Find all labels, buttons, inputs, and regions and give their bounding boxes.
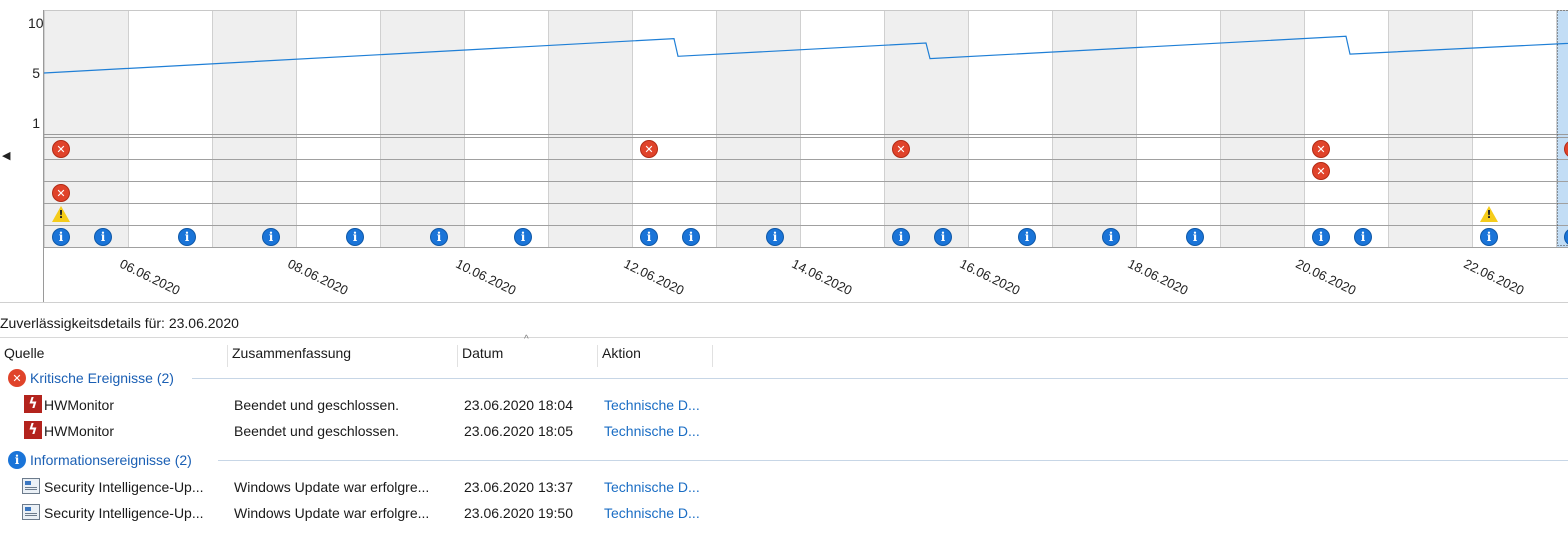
- date-cell: 23.06.2020 19:50: [464, 505, 573, 521]
- hwmonitor-app-icon: ϟ: [24, 395, 42, 413]
- table-row[interactable]: Security Intelligence-Up... Windows Upda…: [0, 501, 720, 525]
- date-cell: 23.06.2020 18:04: [464, 397, 573, 413]
- info-event-icon[interactable]: i: [1102, 228, 1120, 246]
- day-column: [632, 10, 716, 247]
- reliability-details-panel: Zuverlässigkeitsdetails für: 23.06.2020 …: [0, 303, 1568, 543]
- scroll-left-arrow-icon[interactable]: ◀: [2, 149, 10, 162]
- day-column: [1304, 10, 1388, 247]
- critical-event-icon[interactable]: ✕: [52, 140, 70, 158]
- update-app-icon: [22, 504, 40, 520]
- info-event-icon[interactable]: i: [94, 228, 112, 246]
- chart-canvas: [0, 10, 1568, 303]
- y-tick-label: 5: [32, 65, 40, 81]
- group-label: Kritische Ereignisse (2): [30, 370, 174, 386]
- summary-cell: Windows Update war erfolgre...: [234, 479, 430, 495]
- group-label: Informationsereignisse (2): [30, 452, 192, 468]
- technical-details-link[interactable]: Technische D...: [604, 479, 700, 495]
- info-event-icon[interactable]: i: [1186, 228, 1204, 246]
- group-information-events[interactable]: i Informationsereignisse (2): [8, 449, 192, 471]
- column-header-summary[interactable]: Zusammenfassung: [228, 345, 458, 367]
- table-row[interactable]: ϟ HWMonitor Beendet und geschlossen. 23.…: [0, 393, 720, 417]
- technical-details-link[interactable]: Technische D...: [604, 397, 700, 413]
- group-divider: [218, 460, 1568, 461]
- reliability-chart[interactable]: 10 5 1 ◀ ✕✕✕✕✕✕✕!!iiiiiiiiiiiiiiiiiii 06…: [0, 0, 1568, 303]
- critical-event-icon[interactable]: ✕: [640, 140, 658, 158]
- sort-ascending-icon: ^: [524, 334, 529, 345]
- technical-details-link[interactable]: Technische D...: [604, 505, 700, 521]
- critical-icon: ✕: [8, 369, 26, 387]
- day-column: [968, 10, 1052, 247]
- summary-cell: Beendet und geschlossen.: [234, 397, 400, 413]
- day-column: [1052, 10, 1136, 247]
- info-event-icon[interactable]: i: [640, 228, 658, 246]
- day-column: [464, 10, 548, 247]
- warning-mark: !: [1486, 208, 1492, 221]
- critical-event-icon[interactable]: ✕: [1312, 140, 1330, 158]
- day-column: [128, 10, 212, 247]
- date-cell: 23.06.2020 18:05: [464, 423, 573, 439]
- info-event-icon[interactable]: i: [514, 228, 532, 246]
- warning-mark: !: [58, 208, 64, 221]
- group-divider: [192, 378, 1568, 379]
- info-icon: i: [8, 451, 26, 469]
- table-row[interactable]: Security Intelligence-Up... Windows Upda…: [0, 475, 720, 499]
- day-column: [1220, 10, 1304, 247]
- info-event-icon[interactable]: i: [682, 228, 700, 246]
- column-header-action[interactable]: Aktion: [598, 345, 713, 367]
- critical-event-icon[interactable]: ✕: [892, 140, 910, 158]
- y-tick-label: 1: [32, 115, 40, 131]
- info-event-icon[interactable]: i: [262, 228, 280, 246]
- source-cell: HWMonitor: [44, 423, 115, 439]
- source-cell: Security Intelligence-Up...: [44, 479, 204, 495]
- date-cell: 23.06.2020 13:37: [464, 479, 573, 495]
- critical-event-icon[interactable]: ✕: [52, 184, 70, 202]
- details-heading: Zuverlässigkeitsdetails für: 23.06.2020: [0, 315, 239, 331]
- info-event-icon[interactable]: i: [1480, 228, 1498, 246]
- info-event-icon[interactable]: i: [766, 228, 784, 246]
- info-event-icon[interactable]: i: [1312, 228, 1330, 246]
- day-column: [296, 10, 380, 247]
- source-cell: HWMonitor: [44, 397, 115, 413]
- day-column: [1388, 10, 1472, 247]
- info-event-icon[interactable]: i: [52, 228, 70, 246]
- info-event-icon[interactable]: i: [1018, 228, 1036, 246]
- table-row[interactable]: ϟ HWMonitor Beendet und geschlossen. 23.…: [0, 419, 720, 443]
- technical-details-link[interactable]: Technische D...: [604, 423, 700, 439]
- critical-event-icon[interactable]: ✕: [1312, 162, 1330, 180]
- info-event-icon[interactable]: i: [934, 228, 952, 246]
- info-event-icon[interactable]: i: [346, 228, 364, 246]
- day-column: [548, 10, 632, 247]
- summary-cell: Windows Update war erfolgre...: [234, 505, 430, 521]
- info-event-icon[interactable]: i: [178, 228, 196, 246]
- y-tick-label: 10: [28, 15, 44, 31]
- source-cell: Security Intelligence-Up...: [44, 505, 204, 521]
- info-event-icon[interactable]: i: [430, 228, 448, 246]
- update-app-icon: [22, 478, 40, 494]
- column-header-date[interactable]: Datum: [458, 345, 598, 367]
- info-event-icon[interactable]: i: [892, 228, 910, 246]
- group-critical-events[interactable]: ✕ Kritische Ereignisse (2): [8, 367, 174, 389]
- day-column: [380, 10, 464, 247]
- column-header-source[interactable]: Quelle: [0, 345, 228, 367]
- day-column: [212, 10, 296, 247]
- divider: [0, 337, 1568, 338]
- hwmonitor-app-icon: ϟ: [24, 421, 42, 439]
- day-column: [884, 10, 968, 247]
- info-event-icon[interactable]: i: [1354, 228, 1372, 246]
- summary-cell: Beendet und geschlossen.: [234, 423, 400, 439]
- day-column: [716, 10, 800, 247]
